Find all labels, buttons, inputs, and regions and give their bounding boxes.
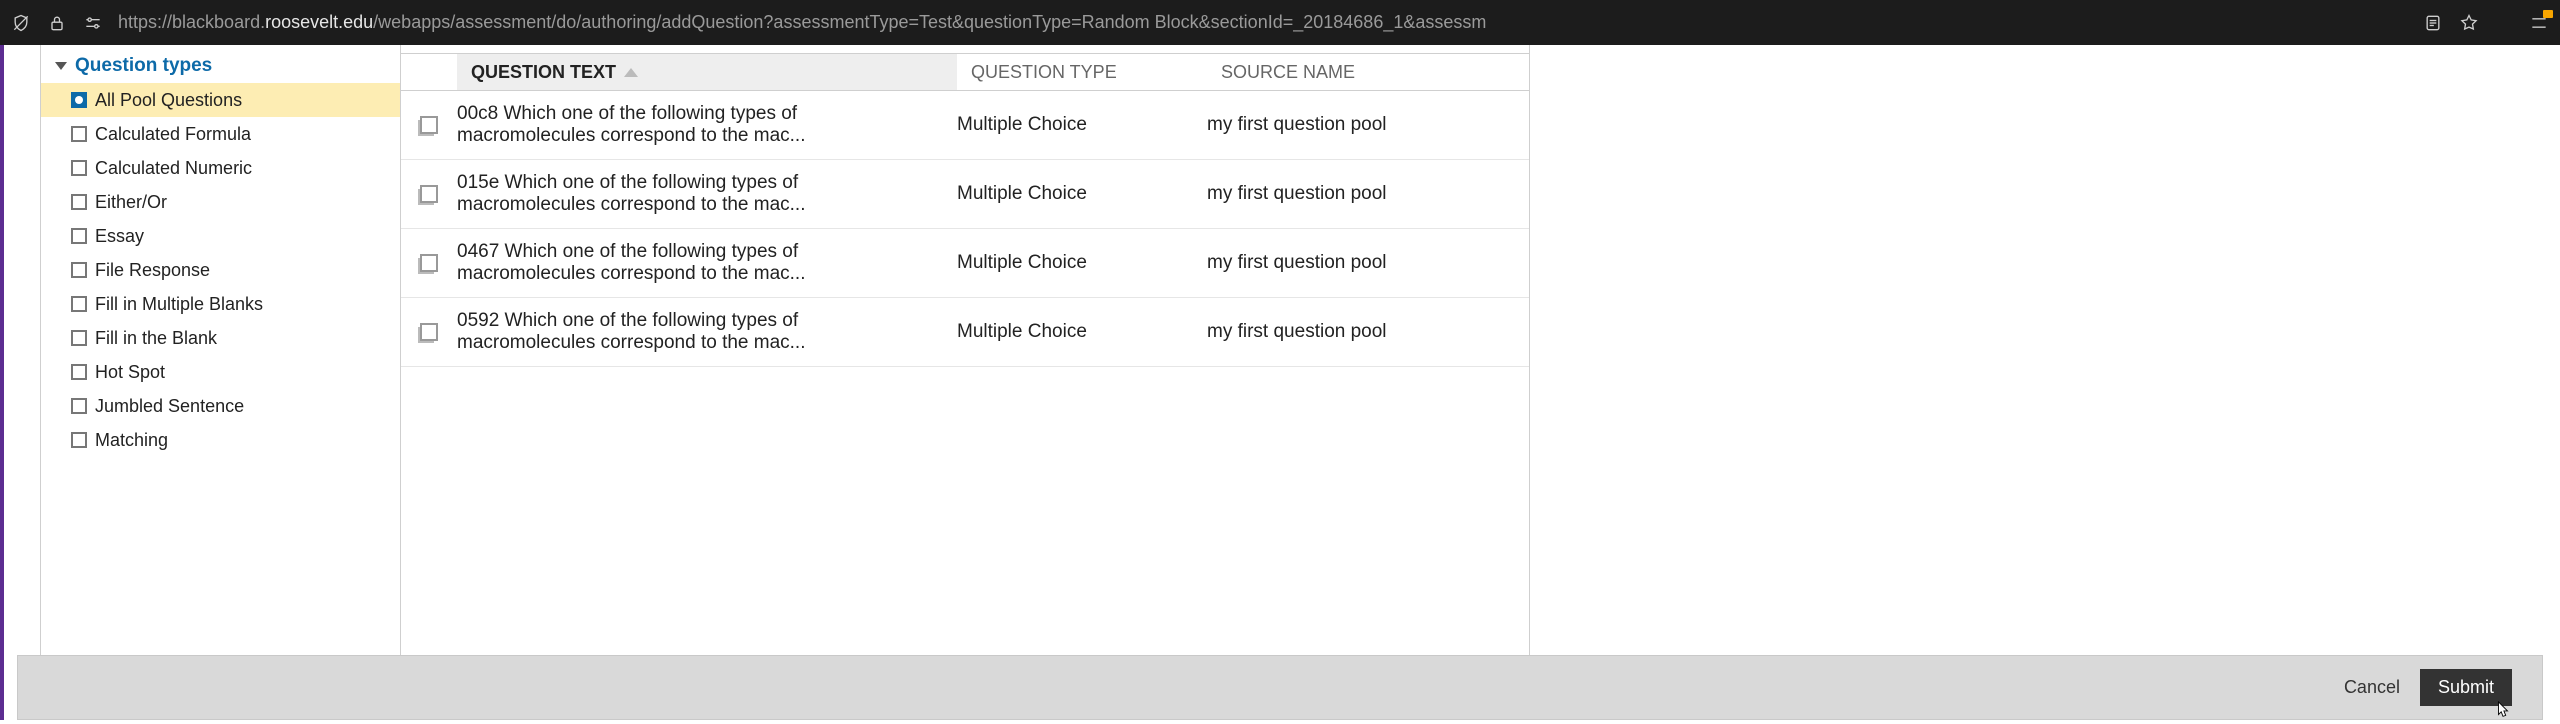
sidebar-heading[interactable]: Question types (41, 45, 400, 83)
page-viewport: Question types All Pool Questions Calcula… (0, 45, 2560, 720)
table-header-row: QUESTION TEXT QUESTION TYPE SOURCE NAME (401, 53, 1529, 91)
sidebar-list: All Pool Questions Calculated Formula Calc… (41, 83, 400, 457)
cell-source-name: my first question pool (1207, 252, 1529, 274)
sidebar-item-label: Hot Spot (95, 359, 165, 385)
sidebar-item-label: Calculated Formula (95, 121, 251, 147)
sidebar-item[interactable]: All Pool Questions (41, 83, 400, 117)
url-path: /webapps/assessment/do/authoring/addQues… (373, 12, 1486, 32)
table-row[interactable]: 00c8 Which one of the following types of… (401, 91, 1529, 160)
sidebar-item-label: Matching (95, 427, 168, 453)
cell-source-name: my first question pool (1207, 183, 1529, 205)
cell-question-type: Multiple Choice (957, 321, 1207, 343)
table-row[interactable]: 0467 Which one of the following types of… (401, 229, 1529, 298)
cell-question-text: 0467 Which one of the following types of… (457, 241, 957, 285)
checkbox-icon[interactable] (71, 330, 87, 346)
checkbox-icon[interactable] (71, 296, 87, 312)
cell-question-type: Multiple Choice (957, 252, 1207, 274)
row-select[interactable] (401, 254, 457, 272)
sidebar-item[interactable]: Fill in Multiple Blanks (41, 287, 400, 321)
checkbox-icon[interactable] (71, 432, 87, 448)
cell-question-text: 015e Which one of the following types of… (457, 172, 957, 216)
sidebar-item-label: All Pool Questions (95, 87, 242, 113)
sidebar-item-label: Essay (95, 223, 144, 249)
sidebar-item[interactable]: Hot Spot (41, 355, 400, 389)
mouse-cursor-icon (2495, 701, 2511, 719)
sidebar-heading-label: Question types (75, 55, 212, 77)
content-card: Question types All Pool Questions Calcula… (40, 45, 1530, 720)
cell-question-type: Multiple Choice (957, 114, 1207, 136)
cell-question-type: Multiple Choice (957, 183, 1207, 205)
url-prefix: https://blackboard. (118, 12, 265, 32)
sidebar-item[interactable]: Calculated Numeric (41, 151, 400, 185)
table-body: 00c8 Which one of the following types of… (401, 91, 1529, 367)
table-row[interactable]: 0592 Which one of the following types of… (401, 298, 1529, 367)
url-bar[interactable]: https://blackboard.roosevelt.edu/webapps… (118, 12, 2408, 33)
cancel-button[interactable]: Cancel (2344, 677, 2400, 698)
sidebar-item-label: Either/Or (95, 189, 167, 215)
sidebar-item[interactable]: Fill in the Blank (41, 321, 400, 355)
cell-question-text: 00c8 Which one of the following types of… (457, 103, 957, 147)
cell-source-name: my first question pool (1207, 321, 1529, 343)
lock-icon[interactable] (46, 12, 68, 34)
sidebar-item[interactable]: Essay (41, 219, 400, 253)
url-domain: roosevelt.edu (265, 12, 373, 32)
sidebar-item-label: Fill in Multiple Blanks (95, 291, 263, 317)
browser-chrome: https://blackboard.roosevelt.edu/webapps… (0, 0, 2560, 45)
checkbox-icon[interactable] (71, 364, 87, 380)
site-settings-icon[interactable] (82, 12, 104, 34)
sidebar-item-label: File Response (95, 257, 210, 283)
row-select[interactable] (401, 323, 457, 341)
col-header-source-name[interactable]: SOURCE NAME (1207, 62, 1529, 83)
table-row[interactable]: 015e Which one of the following types of… (401, 160, 1529, 229)
bookmark-star-icon[interactable] (2458, 12, 2480, 34)
checkbox-icon[interactable] (71, 398, 87, 414)
sidebar-item[interactable]: Matching (41, 423, 400, 457)
checkbox-icon[interactable] (71, 194, 87, 210)
checkbox-icon[interactable] (71, 160, 87, 176)
col-header-question-text[interactable]: QUESTION TEXT (457, 54, 957, 90)
sort-asc-icon (624, 68, 638, 77)
page-stack-icon (420, 116, 438, 134)
extensions-icon[interactable] (2528, 12, 2550, 34)
row-select[interactable] (401, 116, 457, 134)
page-stack-icon (420, 254, 438, 272)
sidebar-item-label: Jumbled Sentence (95, 393, 244, 419)
checkbox-icon[interactable] (71, 262, 87, 278)
page-stack-icon (420, 185, 438, 203)
radio-all-icon[interactable] (71, 92, 87, 108)
reader-mode-icon[interactable] (2422, 12, 2444, 34)
question-table: QUESTION TEXT QUESTION TYPE SOURCE NAME … (401, 45, 1529, 720)
checkbox-icon[interactable] (71, 126, 87, 142)
page-stack-icon (420, 323, 438, 341)
sidebar-item[interactable]: Either/Or (41, 185, 400, 219)
col-header-question-type[interactable]: QUESTION TYPE (957, 62, 1207, 83)
shield-off-icon[interactable] (10, 12, 32, 34)
sidebar-item-label: Calculated Numeric (95, 155, 252, 181)
cell-source-name: my first question pool (1207, 114, 1529, 136)
sidebar-question-types: Question types All Pool Questions Calcula… (41, 45, 401, 720)
cell-question-text: 0592 Which one of the following types of… (457, 310, 957, 354)
sidebar-item[interactable]: Calculated Formula (41, 117, 400, 151)
collapse-triangle-icon (55, 62, 67, 70)
sidebar-item[interactable]: Jumbled Sentence (41, 389, 400, 423)
row-select[interactable] (401, 185, 457, 203)
checkbox-icon[interactable] (71, 228, 87, 244)
sidebar-item-label: Fill in the Blank (95, 325, 217, 351)
sidebar-item[interactable]: File Response (41, 253, 400, 287)
action-footer: Cancel Submit (17, 655, 2543, 720)
